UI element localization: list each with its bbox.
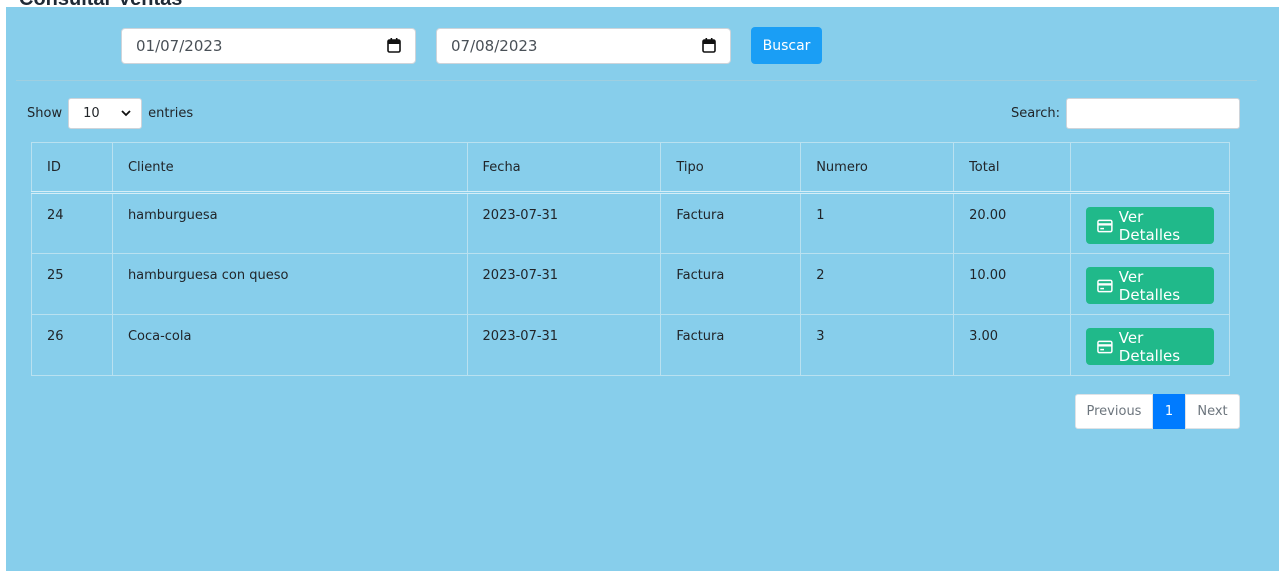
divider: [16, 80, 1257, 81]
entries-label: entries: [148, 106, 194, 121]
cell-fecha: 2023-07-31: [466, 253, 662, 315]
search-label: Search:: [1010, 106, 1060, 121]
cell-numero: 2: [800, 253, 955, 315]
column-header-cliente[interactable]: Cliente: [111, 142, 468, 194]
cell-numero: 1: [800, 192, 955, 254]
entries-value: 10: [83, 106, 100, 121]
column-header-tipo[interactable]: Tipo: [660, 142, 802, 194]
credit-card-icon: [1097, 340, 1113, 353]
sales-table: ID Cliente Fecha Tipo Numero Total 24 ha…: [31, 142, 1231, 376]
view-details-button[interactable]: Ver Detalles: [1085, 267, 1214, 304]
pagination-page-current[interactable]: 1: [1153, 394, 1185, 429]
cell-id: 25: [31, 253, 113, 315]
cell-id: 26: [31, 314, 113, 376]
date-from-input[interactable]: 01/07/2023: [121, 28, 416, 64]
cell-total: 10.00: [953, 253, 1071, 315]
search-button[interactable]: Buscar: [751, 27, 822, 64]
cell-total: 20.00: [953, 192, 1071, 254]
cell-actions: Ver Detalles: [1069, 314, 1231, 376]
view-details-button[interactable]: Ver Detalles: [1085, 207, 1214, 244]
view-details-label: Ver Detalles: [1118, 328, 1181, 365]
cell-fecha: 2023-07-31: [466, 314, 662, 376]
sales-panel: 01/07/2023 07/08/2023 Buscar Show 10 ent…: [6, 7, 1279, 571]
cell-actions: Ver Detalles: [1069, 253, 1231, 315]
column-header-total[interactable]: Total: [953, 142, 1071, 194]
calendar-icon[interactable]: [387, 38, 401, 53]
cell-cliente: hamburguesa con queso: [111, 253, 468, 315]
table-row: 26 Coca-cola 2023-07-31 Factura 3 3.00 V…: [31, 314, 1231, 376]
column-header-numero[interactable]: Numero: [800, 142, 955, 194]
calendar-icon[interactable]: [702, 38, 716, 53]
cell-cliente: Coca-cola: [111, 314, 468, 376]
pagination-previous[interactable]: Previous: [1075, 394, 1153, 429]
view-details-label: Ver Detalles: [1118, 207, 1181, 244]
credit-card-icon: [1097, 279, 1113, 292]
cell-numero: 3: [800, 314, 955, 376]
date-from-value: 01/07/2023: [136, 37, 223, 55]
cell-fecha: 2023-07-31: [466, 192, 662, 254]
date-to-value: 07/08/2023: [451, 37, 538, 55]
cell-total: 3.00: [953, 314, 1071, 376]
table-row: 24 hamburguesa 2023-07-31 Factura 1 20.0…: [31, 192, 1231, 254]
pagination-next[interactable]: Next: [1185, 394, 1240, 429]
column-header-fecha[interactable]: Fecha: [466, 142, 662, 194]
chevron-down-icon: [121, 110, 131, 117]
cell-actions: Ver Detalles: [1069, 192, 1231, 254]
cell-tipo: Factura: [660, 192, 802, 254]
entries-length-control: Show 10 entries: [27, 98, 193, 129]
show-label: Show: [27, 106, 63, 121]
cell-id: 24: [31, 192, 113, 254]
cell-tipo: Factura: [660, 253, 802, 315]
pagination: Previous 1 Next: [1075, 394, 1240, 429]
table-row: 25 hamburguesa con queso 2023-07-31 Fact…: [31, 253, 1231, 315]
cell-cliente: hamburguesa: [111, 192, 468, 254]
column-header-actions: [1069, 142, 1231, 194]
column-header-id[interactable]: ID: [31, 142, 113, 194]
view-details-label: Ver Detalles: [1118, 267, 1181, 304]
credit-card-icon: [1097, 219, 1113, 232]
view-details-button[interactable]: Ver Detalles: [1085, 328, 1214, 365]
search-input[interactable]: [1066, 98, 1240, 129]
cell-tipo: Factura: [660, 314, 802, 376]
date-to-input[interactable]: 07/08/2023: [436, 28, 731, 64]
entries-select[interactable]: 10: [68, 98, 143, 129]
table-search: Search:: [1011, 98, 1240, 129]
table-header-row: ID Cliente Fecha Tipo Numero Total: [31, 142, 1231, 194]
